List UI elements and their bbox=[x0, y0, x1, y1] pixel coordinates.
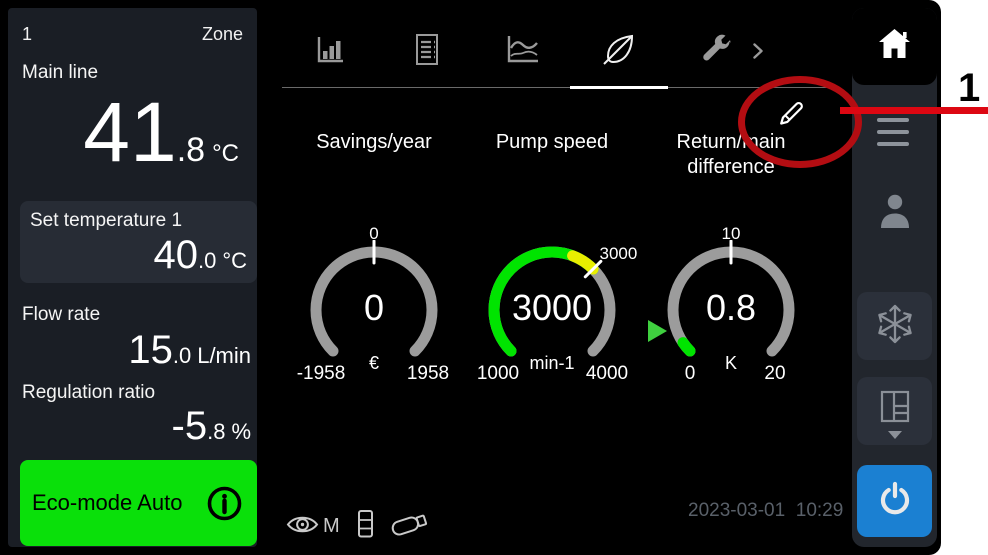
gauge-pointer-triangle bbox=[648, 320, 667, 342]
main-line-value: 41.8°C bbox=[83, 90, 239, 174]
gauge-title-pump-speed: Pump speed bbox=[452, 130, 652, 155]
gauge-pump-speed: 3000 min-1 1000 4000 3000 bbox=[477, 225, 627, 400]
sidebar-item-menu[interactable] bbox=[852, 110, 937, 156]
dropdown-arrow-icon bbox=[888, 431, 902, 439]
menu-icon-bar bbox=[877, 130, 909, 134]
usb-stick-icon bbox=[388, 508, 432, 545]
set-temp-value: 40.0°C bbox=[153, 235, 247, 275]
set-temp-int: 40 bbox=[153, 235, 198, 275]
leaf-icon bbox=[601, 54, 637, 71]
main-line-label: Main line bbox=[22, 62, 98, 84]
tab-report[interactable] bbox=[413, 33, 441, 72]
tab-statistics[interactable] bbox=[314, 34, 346, 71]
floorplan-icon bbox=[876, 389, 914, 434]
tab-underline-active bbox=[570, 86, 668, 89]
set-temp-label: Set temperature 1 bbox=[30, 210, 182, 232]
bar-chart-icon bbox=[314, 53, 346, 70]
flow-rate-label: Flow rate bbox=[22, 304, 100, 326]
status-icons: M bbox=[286, 508, 432, 545]
set-temperature-card[interactable]: Set temperature 1 40.0°C bbox=[20, 201, 257, 283]
user-icon bbox=[877, 192, 913, 240]
menu-icon-bar bbox=[877, 142, 909, 146]
flow-dec: .0 bbox=[173, 343, 191, 369]
zone-label: Zone bbox=[202, 24, 243, 45]
sidebar-item-user[interactable] bbox=[852, 192, 937, 240]
annotation-circle bbox=[738, 76, 862, 168]
regulation-int: -5 bbox=[172, 406, 208, 446]
home-icon bbox=[876, 26, 913, 68]
tab-underline bbox=[282, 87, 838, 88]
main-line-dec: .8 bbox=[177, 131, 205, 170]
sidebar-item-zones[interactable] bbox=[857, 377, 932, 445]
power-button[interactable] bbox=[857, 465, 932, 537]
sidebar-item-cooling[interactable] bbox=[857, 292, 932, 360]
wrench-icon bbox=[700, 51, 731, 68]
info-icon[interactable] bbox=[206, 485, 243, 522]
set-temp-unit: °C bbox=[222, 248, 247, 274]
set-temp-dec: .0 bbox=[198, 248, 216, 274]
flow-unit: L/min bbox=[197, 343, 251, 369]
tab-eco[interactable] bbox=[601, 31, 637, 72]
tab-trends[interactable] bbox=[505, 34, 540, 70]
regulation-ratio-label: Regulation ratio bbox=[22, 382, 155, 404]
zone-panel: 1 Zone Main line 41.8°C Set temperature … bbox=[8, 8, 257, 547]
sd-card-icon bbox=[357, 509, 375, 544]
chevron-right-icon bbox=[752, 47, 764, 64]
power-icon bbox=[875, 479, 915, 524]
tabs-more-button[interactable] bbox=[752, 42, 764, 65]
trend-chart-icon bbox=[505, 52, 540, 69]
datetime: 2023-03-01 10:29 bbox=[688, 500, 840, 522]
gauge-savings: 0 € -1958 1958 0 bbox=[299, 225, 449, 400]
annotation-label: 1 bbox=[958, 66, 980, 111]
tab-settings[interactable] bbox=[700, 33, 731, 69]
report-icon bbox=[413, 54, 441, 71]
regulation-dec: .8 bbox=[207, 419, 225, 445]
sidebar-item-home[interactable] bbox=[852, 8, 937, 85]
flow-rate-value: 15.0L/min bbox=[128, 330, 251, 370]
monitoring-eye-icon bbox=[286, 512, 319, 542]
flow-int: 15 bbox=[128, 330, 173, 370]
menu-icon bbox=[877, 118, 909, 122]
monitor-mode-label: M bbox=[323, 515, 340, 538]
eco-mode-button[interactable]: Eco-mode Auto bbox=[20, 460, 257, 546]
snowflake-icon bbox=[874, 303, 916, 350]
main-line-int: 41 bbox=[83, 90, 176, 174]
main-line-unit: °C bbox=[212, 140, 239, 168]
regulation-unit: % bbox=[231, 419, 251, 445]
gauge-title-savings: Savings/year bbox=[274, 130, 474, 155]
regulation-ratio-value: -5.8% bbox=[172, 406, 252, 446]
gauge-return-difference: 0.8 K 0 20 10 bbox=[656, 225, 806, 400]
eco-mode-label: Eco-mode Auto bbox=[32, 490, 182, 516]
zone-number: 1 bbox=[22, 24, 32, 45]
